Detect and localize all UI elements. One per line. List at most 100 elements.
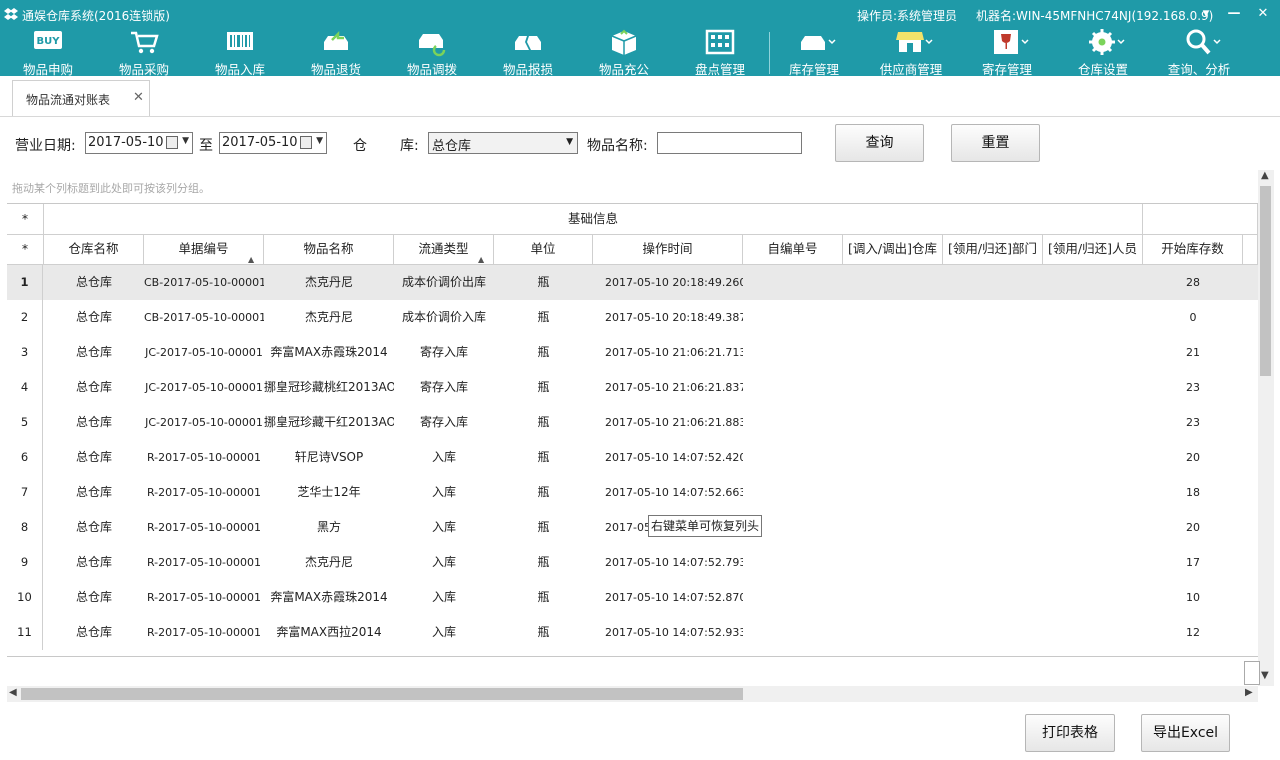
print-table-button[interactable]: 打印表格 <box>1025 714 1115 752</box>
date-to-picker[interactable]: 2017-05-10 ▼ <box>219 132 327 154</box>
row-number: 8 <box>7 510 43 545</box>
shopping-cart-icon <box>131 31 159 54</box>
cell-operation-time: 2017-05-10 14:07:52.933 <box>605 626 743 639</box>
cell-operation-time: 2017-05-10 20:18:49.387 <box>605 311 743 324</box>
scroll-up-icon[interactable]: ▲ <box>1261 170 1269 181</box>
table-row[interactable]: 6 总仓库 R-2017-05-10-00001 轩尼诗VSOP 入库 瓶 2017-05-… <box>7 440 1258 475</box>
toolbar-item-deposit[interactable]: 寄存管理 <box>962 30 1052 77</box>
tab-label: 物品流通对账表 <box>26 93 111 107</box>
cell-unit: 瓶 <box>537 555 550 569</box>
cell-item-name: 杰克丹尼 <box>304 275 353 289</box>
table-row[interactable]: 10 总仓库 R-2017-05-10-00001 奔富MAX赤霞珠2014 入库 瓶 20… <box>7 580 1258 615</box>
vertical-scrollbar[interactable]: ▲ ▼ <box>1258 170 1274 686</box>
vertical-scroll-thumb[interactable] <box>1260 186 1271 376</box>
cell-operation-time: 2017-05-10 14:07:52.870 <box>605 591 743 604</box>
table-row[interactable]: 3 总仓库 JC-2017-05-10-00001 奔富MAX赤霞珠2014 寄存入库 瓶… <box>7 335 1258 370</box>
cell-unit: 瓶 <box>537 415 550 429</box>
window-menu-button[interactable]: ▾ <box>1197 5 1215 23</box>
reset-button[interactable]: 重置 <box>951 124 1040 162</box>
table-row[interactable]: 7 总仓库 R-2017-05-10-00001 芝华士12年 入库 瓶 2017-05-1… <box>7 475 1258 510</box>
table-row[interactable]: 1 总仓库 CB-2017-05-10-00001 杰克丹尼 成本价调价出库 瓶 2017-… <box>7 265 1258 300</box>
cell-operation-time: 2017-05-10 21:06:21.837 <box>605 381 743 394</box>
cell-operation-time: 2017-05-10 21:06:21.713 <box>605 346 743 359</box>
cell-doc-no: R-2017-05-10-00001 <box>146 626 262 639</box>
cell-unit: 瓶 <box>537 625 550 639</box>
close-window-button[interactable]: ✕ <box>1254 5 1272 23</box>
cell-start-qty: 20 <box>1186 451 1200 464</box>
table-row[interactable]: 4 总仓库 JC-2017-05-10-00001 挪皇冠珍藏桃红2013AO 寄存入库… <box>7 370 1258 405</box>
table-row[interactable]: 8 总仓库 R-2017-05-10-00001 黑方 入库瓶 2017-05- 20 <box>7 510 1258 545</box>
column-header-unit[interactable]: 单位 <box>494 235 593 265</box>
toolbar-item-stocktake[interactable]: 盘点管理 <box>675 29 765 77</box>
scroll-right-icon[interactable]: ▶ <box>1245 687 1253 698</box>
toolbar-item-confiscate[interactable]: 物品充公 <box>579 29 669 77</box>
cell-doc-no: CB-2017-05-10-00001 <box>144 276 264 289</box>
dropbox-logo-icon <box>4 8 18 20</box>
cell-start-qty: 23 <box>1186 381 1200 394</box>
horizontal-scroll-thumb[interactable] <box>21 688 743 700</box>
band-header-extra <box>1143 204 1258 235</box>
toolbar-item-purchase-request[interactable]: BUY 物品申购 <box>3 30 93 77</box>
column-header-warehouse[interactable]: 仓库名称 <box>44 235 144 265</box>
cell-warehouse: 总仓库 <box>75 345 112 359</box>
table-row[interactable]: 11 总仓库 R-2017-05-10-00001 奔富MAX西拉2014 入库 瓶 201… <box>7 615 1258 650</box>
toolbar-item-query-analysis[interactable]: 查询、分析 <box>1154 29 1244 77</box>
table-row[interactable]: 9 总仓库 R-2017-05-10-00001 杰克丹尼 入库 瓶 2017-05-10 … <box>7 545 1258 580</box>
scroll-left-icon[interactable]: ◀ <box>9 687 17 698</box>
cell-unit: 瓶 <box>537 485 550 499</box>
chevron-down-icon[interactable]: ▼ <box>316 136 323 146</box>
column-header-item-name[interactable]: 物品名称 <box>264 235 394 265</box>
date-from-value: 2017-05-10 <box>88 135 164 150</box>
toolbar-item-transfer[interactable]: 物品调拨 <box>387 30 477 77</box>
warehouse-select[interactable]: 总仓库 ▼ <box>428 132 578 154</box>
tooltip: 右键菜单可恢复列头 <box>648 515 762 537</box>
band-header-basic-info[interactable]: 基础信息 <box>44 204 1143 235</box>
cell-item-name: 轩尼诗VSOP <box>294 450 364 464</box>
column-header-doc-no[interactable]: 单据编号 ▲ <box>144 235 264 265</box>
column-header-dept[interactable]: [领用/归还]部门 <box>943 235 1043 265</box>
table-row[interactable]: 5 总仓库 JC-2017-05-10-00001 挪皇冠珍藏干红2013AO 寄存入库… <box>7 405 1258 440</box>
toolbar-item-return[interactable]: 物品退货 <box>291 30 381 77</box>
chevron-down-icon[interactable]: ▼ <box>566 137 573 147</box>
cell-start-qty: 23 <box>1186 416 1200 429</box>
toolbar-item-warehouse-settings[interactable]: 仓库设置 <box>1058 29 1148 77</box>
scroll-down-icon[interactable]: ▼ <box>1261 670 1269 681</box>
tab-reconciliation[interactable]: 物品流通对账表 ✕ <box>12 80 150 116</box>
abacus-icon <box>705 29 735 55</box>
cell-start-qty: 10 <box>1186 591 1200 604</box>
column-header-transfer-warehouse[interactable]: [调入/调出]仓库 <box>843 235 943 265</box>
table-row[interactable]: 2 总仓库 CB-2017-05-10-00001 杰克丹尼 成本价调价入库 瓶 2017-… <box>7 300 1258 335</box>
cell-warehouse: 总仓库 <box>75 625 112 639</box>
query-button[interactable]: 查询 <box>835 124 924 162</box>
calendar-icon[interactable] <box>166 136 178 149</box>
column-header-person[interactable]: [领用/归还]人员 <box>1043 235 1143 265</box>
cell-item-name: 杰克丹尼 <box>304 555 353 569</box>
svg-text:BUY: BUY <box>37 36 61 47</box>
date-from-picker[interactable]: 2017-05-10 ▼ <box>85 132 193 154</box>
cell-doc-no: JC-2017-05-10-00001 <box>145 381 263 394</box>
column-header-flow-type[interactable]: 流通类型 ▲ <box>394 235 494 265</box>
toolbar-item-purchasing[interactable]: 物品采购 <box>99 30 189 77</box>
column-header-operation-time[interactable]: 操作时间 <box>593 235 743 265</box>
toolbar-item-stock-in[interactable]: 物品入库 <box>195 30 285 77</box>
grid-footer <box>7 656 1260 687</box>
toolbar-item-inventory[interactable]: 库存管理 <box>769 30 859 77</box>
row-number: 5 <box>7 405 43 440</box>
cell-doc-no: JC-2017-05-10-00001 <box>145 416 263 429</box>
row-number: 2 <box>7 300 43 335</box>
horizontal-scrollbar[interactable]: ◀ ▶ <box>7 686 1258 702</box>
transfer-tray-icon <box>419 34 446 57</box>
item-name-input[interactable] <box>657 132 802 154</box>
tab-close-icon[interactable]: ✕ <box>133 90 144 105</box>
calendar-icon[interactable] <box>300 136 312 149</box>
cell-flow-type: 入库 <box>431 590 456 604</box>
minimize-button[interactable]: — <box>1225 5 1243 23</box>
box-icon <box>611 29 637 55</box>
chevron-down-icon[interactable]: ▼ <box>182 136 189 146</box>
export-excel-button[interactable]: 导出Excel <box>1141 714 1230 752</box>
toolbar-item-damage[interactable]: 物品报损 <box>483 30 573 77</box>
column-header-custom-no[interactable]: 自编单号 <box>743 235 843 265</box>
toolbar-item-supplier[interactable]: 供应商管理 <box>866 30 956 77</box>
column-header-start-qty[interactable]: 开始库存数 <box>1143 235 1243 265</box>
magnifier-icon <box>1186 29 1221 55</box>
